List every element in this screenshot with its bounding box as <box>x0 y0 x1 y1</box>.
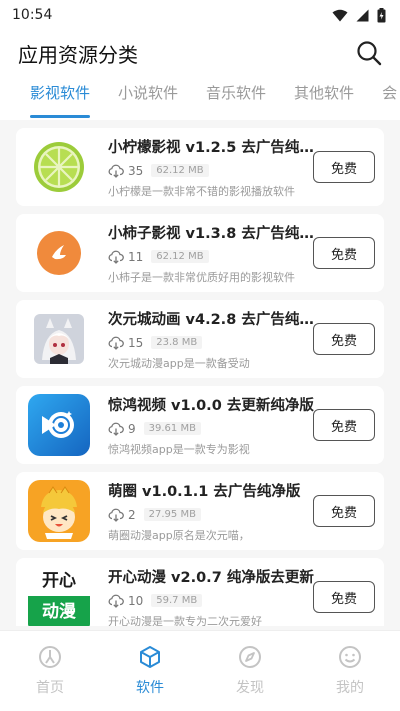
nav-home[interactable]: 首页 <box>10 645 90 711</box>
cloud-download-icon <box>108 594 124 608</box>
file-size: 27.95 MB <box>143 508 201 521</box>
cloud-download-icon <box>108 422 124 436</box>
app-description: 惊鸿视频app是一款专为影视 <box>108 442 250 456</box>
app-name: 开心动漫 v2.0.7 纯净版去更新 <box>108 569 314 586</box>
nav-discover-label: 发现 <box>236 680 264 696</box>
app-name: 小柿子影视 v1.3.8 去广告纯净版 <box>108 225 320 242</box>
app-description: 萌圈动漫app原名是次元喵， <box>108 528 250 542</box>
download-count: 10 <box>128 593 144 608</box>
app-name: 小柠檬影视 v1.2.5 去广告纯净版 <box>108 139 320 156</box>
app-description: 开心动漫是一款专为二次元爱好 <box>108 614 262 627</box>
free-button[interactable]: 免费 <box>313 409 375 441</box>
box-icon <box>140 646 160 668</box>
status-bar: 10:54 <box>0 0 400 30</box>
list-item[interactable]: 萌圈 v1.0.1.1 去广告纯净版 2 27.95 MB 萌圈动漫app原名是… <box>16 472 384 550</box>
app-meta: 9 39.61 MB <box>108 421 320 437</box>
app-description: 次元城动漫app是一款备受动 <box>108 356 250 370</box>
page-title: 应用资源分类 <box>18 42 138 67</box>
app-info: 惊鸿视频 v1.0.0 去更新纯净版 9 39.61 MB 惊鸿视频app是一款… <box>108 394 320 457</box>
list-item[interactable]: 惊鸿视频 v1.0.0 去更新纯净版 9 39.61 MB 惊鸿视频app是一款… <box>16 386 384 464</box>
free-button[interactable]: 免费 <box>313 495 375 527</box>
bottom-nav: 首页 软件 发现 我的 <box>0 630 400 711</box>
free-button[interactable]: 免费 <box>313 151 375 183</box>
play-disc-icon <box>28 394 90 456</box>
app-meta: 2 27.95 MB <box>108 507 320 523</box>
battery-icon <box>377 7 386 22</box>
app-info: 萌圈 v1.0.1.1 去广告纯净版 2 27.95 MB 萌圈动漫app原名是… <box>108 480 320 543</box>
app-name: 惊鸿视频 v1.0.0 去更新纯净版 <box>108 397 314 414</box>
tab-music-software[interactable]: 音乐软件 <box>206 76 266 120</box>
file-size: 23.8 MB <box>151 336 203 349</box>
free-button[interactable]: 免费 <box>313 581 375 613</box>
icon-text-top: 开心 <box>28 566 90 596</box>
cloud-download-icon <box>108 164 124 178</box>
tab-other-software[interactable]: 其他软件 <box>294 76 354 120</box>
file-size: 62.12 MB <box>151 250 209 263</box>
app-meta: 35 62.12 MB <box>108 163 320 179</box>
nav-mine[interactable]: 我的 <box>310 645 390 711</box>
tab-partial[interactable]: 会 <box>382 76 397 120</box>
app-description: 小柿子是一款非常优质好用的影视软件 <box>108 270 295 284</box>
download-count: 35 <box>128 163 144 178</box>
tab-novel-software[interactable]: 小说软件 <box>118 76 178 120</box>
free-button[interactable]: 免费 <box>313 323 375 355</box>
nav-software-label: 软件 <box>136 680 164 696</box>
list-item[interactable]: 小柠檬影视 v1.2.5 去广告纯净版 35 62.12 MB 小柠檬是一款非常… <box>16 128 384 206</box>
download-count: 15 <box>128 335 144 350</box>
nav-software[interactable]: 软件 <box>110 645 190 711</box>
wifi-icon <box>332 9 348 21</box>
header: 应用资源分类 <box>0 30 400 76</box>
app-info: 开心动漫 v2.0.7 纯净版去更新 10 59.7 MB 开心动漫是一款专为二… <box>108 566 320 627</box>
app-info: 次元城动画 v4.2.8 去广告纯净版 15 23.8 MB 次元城动漫app是… <box>108 308 320 371</box>
file-size: 62.12 MB <box>151 164 209 177</box>
anime-girl-icon <box>28 308 90 370</box>
file-size: 59.7 MB <box>151 594 203 607</box>
happy-anime-icon: 开心 动漫 <box>28 566 90 626</box>
search-button[interactable] <box>354 38 384 68</box>
smile-icon <box>339 646 361 668</box>
nav-discover[interactable]: 发现 <box>210 645 290 711</box>
signal-icon <box>356 9 369 21</box>
free-button[interactable]: 免费 <box>313 237 375 269</box>
app-meta: 10 59.7 MB <box>108 593 320 609</box>
nav-mine-label: 我的 <box>336 680 364 696</box>
nav-home-label: 首页 <box>36 680 64 696</box>
cloud-download-icon <box>108 508 124 522</box>
status-time: 10:54 <box>12 7 53 23</box>
download-count: 2 <box>128 507 136 522</box>
cloud-download-icon <box>108 250 124 264</box>
app-list: 小柠檬影视 v1.2.5 去广告纯净版 35 62.12 MB 小柠檬是一款非常… <box>0 128 400 626</box>
app-info: 小柿子影视 v1.3.8 去广告纯净版 11 62.12 MB 小柿子是一款非常… <box>108 222 320 285</box>
download-count: 9 <box>128 421 136 436</box>
list-item[interactable]: 次元城动画 v4.2.8 去广告纯净版 15 23.8 MB 次元城动漫app是… <box>16 300 384 378</box>
status-icons <box>332 7 386 23</box>
lime-icon <box>28 136 90 198</box>
app-name: 萌圈 v1.0.1.1 去广告纯净版 <box>108 483 301 500</box>
file-size: 39.61 MB <box>143 422 201 435</box>
app-meta: 15 23.8 MB <box>108 335 320 351</box>
cloud-download-icon <box>108 336 124 350</box>
list-item[interactable]: 小柿子影视 v1.3.8 去广告纯净版 11 62.12 MB 小柿子是一款非常… <box>16 214 384 292</box>
list-item[interactable]: 开心 动漫 开心动漫 v2.0.7 纯净版去更新 10 59.7 MB 开心动漫… <box>16 558 384 626</box>
home-icon <box>39 646 61 668</box>
persimmon-icon <box>28 222 90 284</box>
tab-video-software[interactable]: 影视软件 <box>30 76 91 120</box>
app-info: 小柠檬影视 v1.2.5 去广告纯净版 35 62.12 MB 小柠檬是一款非常… <box>108 136 320 199</box>
app-name: 次元城动画 v4.2.8 去广告纯净版 <box>108 311 320 328</box>
icon-text-bottom: 动漫 <box>28 596 90 626</box>
search-icon <box>357 41 382 66</box>
download-count: 11 <box>128 249 144 264</box>
category-tabs: 影视软件 小说软件 音乐软件 其他软件 会 <box>0 76 400 120</box>
app-meta: 11 62.12 MB <box>108 249 320 265</box>
compass-icon <box>239 646 261 668</box>
cartoon-face-icon <box>28 480 90 542</box>
app-description: 小柠檬是一款非常不错的影视播放软件 <box>108 184 295 198</box>
